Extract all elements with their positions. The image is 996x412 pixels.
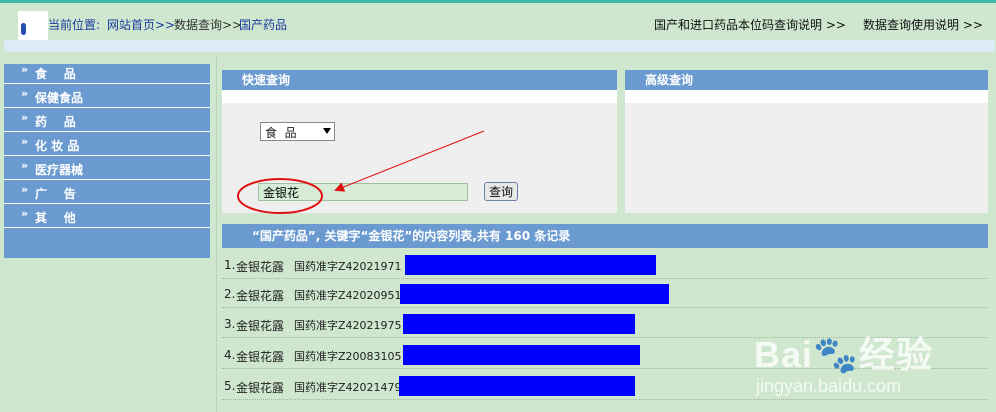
keyword-input[interactable] — [258, 183, 468, 201]
results-header: “国产药品”, 关键字“金银花”的内容列表,共有 160 条记录 — [222, 224, 988, 248]
redaction-block — [400, 284, 669, 304]
sidebar-item-other[interactable]: » 其 他 — [4, 207, 210, 228]
sidebar-item-label: 其 他 — [35, 211, 76, 225]
double-chevron-icon: » — [21, 135, 29, 148]
codes-help-link[interactable]: 国产和进口药品本位码查询说明 >> — [654, 16, 846, 33]
approval-code: 国药准字Z42021971 — [294, 260, 402, 273]
sidebar-item-label: 药 品 — [35, 115, 76, 129]
header: 当前位置: 网站首页>> 数据查询>> 国产药品 国产和进口药品本位码查询说明 … — [0, 3, 996, 41]
search-button[interactable]: 查询 — [484, 182, 518, 201]
approval-code: 国药准字Z42020951 — [294, 289, 402, 302]
breadcrumb-current: 国产药品 — [239, 18, 288, 32]
redaction-block — [403, 314, 635, 334]
watermark-url: jingyan.baidu.com — [756, 376, 902, 396]
header-separator-bar — [4, 40, 995, 52]
column-divider — [216, 56, 217, 412]
sidebar-item-drugs[interactable]: » 药 品 — [4, 111, 210, 132]
redaction-block — [403, 345, 640, 365]
result-row: 2. 金银花露 国药准字Z42020951 — [222, 283, 988, 308]
approval-code: 国药准字Z20083105 — [294, 350, 402, 363]
redaction-block — [399, 376, 635, 396]
quick-search-title: 快速查询 — [222, 70, 617, 90]
sidebar-item-label: 医疗器械 — [35, 163, 84, 177]
breadcrumb-home-link[interactable]: 网站首页>> — [107, 16, 175, 33]
product-name-link[interactable]: 金银花露 — [236, 348, 284, 365]
advanced-search-title-text: 高级查询 — [645, 73, 694, 87]
row-index: 3. — [224, 317, 236, 331]
breadcrumb-prefix: 当前位置: — [48, 18, 101, 32]
breadcrumb-query[interactable]: 数据查询>> — [174, 16, 242, 33]
sidebar-item-label: 保健食品 — [35, 91, 84, 105]
usage-help-link[interactable]: 数据查询使用说明 >> — [863, 16, 983, 33]
sidebar-item-cosmetics[interactable]: » 化 妆 品 — [4, 135, 210, 156]
sidebar-item-ads[interactable]: » 广 告 — [4, 183, 210, 204]
category-select-value: 食 品 — [265, 126, 297, 140]
double-chevron-icon: » — [21, 183, 29, 196]
advanced-search-panel: 高级查询 — [625, 70, 988, 213]
row-index: 2. — [224, 287, 236, 301]
result-row: 1. 金银花露 国药准字Z42021971 — [222, 254, 988, 279]
baidu-jingyan-watermark: Bai🐾经验 jingyan.baidu.com — [748, 322, 988, 408]
category-select[interactable]: 食 品 — [260, 122, 335, 141]
watermark-logo-text: Bai🐾经验 — [754, 334, 933, 375]
caret-down-icon — [323, 128, 331, 134]
sidebar-item-food[interactable]: » 食 品 — [4, 63, 210, 84]
product-name-link[interactable]: 金银花露 — [236, 379, 284, 396]
sidebar-item-label: 化 妆 品 — [35, 139, 80, 153]
quick-search-title-strip — [222, 90, 617, 103]
sidebar: » 食 品 » 保健食品 » 药 品 » 化 妆 品 » 医疗器械 » 广 告 … — [4, 63, 210, 258]
approval-code: 国药准字Z42021479 — [294, 381, 402, 394]
double-chevron-icon: » — [21, 111, 29, 124]
sidebar-item-label: 食 品 — [35, 67, 76, 81]
product-name-link[interactable]: 金银花露 — [236, 258, 284, 275]
row-index: 4. — [224, 348, 236, 362]
sidebar-item-health-food[interactable]: » 保健食品 — [4, 87, 210, 108]
quick-search-title-text: 快速查询 — [242, 73, 291, 87]
sidebar-item-medical-devices[interactable]: » 医疗器械 — [4, 159, 210, 180]
double-chevron-icon: » — [21, 207, 29, 220]
row-index: 1. — [224, 258, 236, 272]
logo — [18, 11, 48, 41]
sidebar-item-label: 广 告 — [35, 187, 76, 201]
results-summary: “国产药品”, 关键字“金银花”的内容列表,共有 160 条记录 — [252, 229, 571, 243]
row-index: 5. — [224, 379, 236, 393]
approval-code: 国药准字Z42021975 — [294, 319, 402, 332]
advanced-search-title[interactable]: 高级查询 — [625, 70, 988, 90]
double-chevron-icon: » — [21, 63, 29, 76]
product-name-link[interactable]: 金银花露 — [236, 317, 284, 334]
redaction-block — [405, 255, 656, 275]
double-chevron-icon: » — [21, 159, 29, 172]
advanced-search-title-strip — [625, 90, 988, 103]
product-name-link[interactable]: 金银花露 — [236, 287, 284, 304]
pin-icon — [21, 23, 26, 35]
double-chevron-icon: » — [21, 87, 29, 100]
